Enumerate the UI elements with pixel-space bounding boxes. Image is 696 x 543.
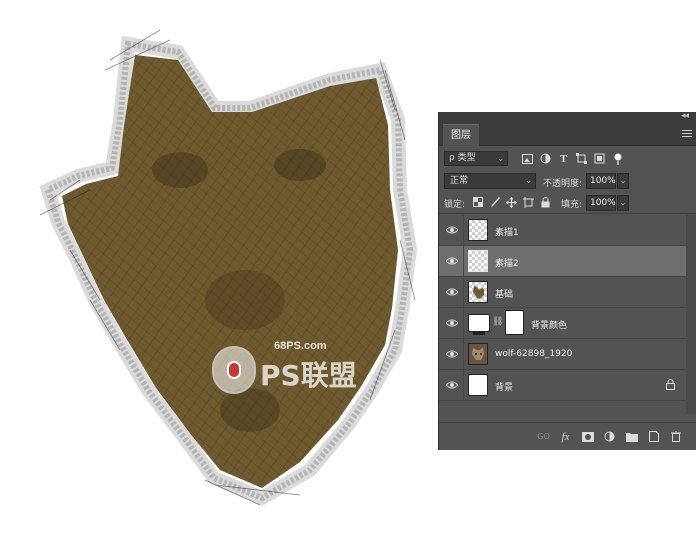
layer-thumbnail	[468, 374, 488, 396]
lock-transparency-icon[interactable]	[472, 196, 483, 208]
lock-position-icon[interactable]	[506, 196, 517, 208]
row-separator	[463, 246, 464, 276]
lock-icon	[666, 379, 675, 390]
panel-topbar: ◂◂	[439, 111, 696, 124]
layer-row[interactable]: wolf-62898_1920	[439, 339, 696, 370]
new-layer-icon[interactable]	[647, 430, 660, 443]
layer-mask-thumbnail[interactable]	[505, 310, 524, 335]
fill-input[interactable]: 100%	[586, 195, 616, 211]
adjustment-layer-icon[interactable]	[603, 430, 616, 443]
layer-row[interactable]: 基础	[439, 277, 696, 308]
layer-name: 基础	[495, 290, 514, 300]
photo-thumbnail	[468, 343, 488, 365]
fill-layer-thumbnail	[468, 314, 490, 335]
footer-icons: GO fx	[537, 430, 682, 443]
link-icon[interactable]: ⛓	[492, 317, 503, 327]
layer-row[interactable]: 背景	[439, 370, 696, 401]
layer-name: 素描2	[495, 259, 519, 269]
panel-menu-icon[interactable]	[682, 128, 692, 138]
lock-artboard-icon[interactable]	[523, 196, 534, 208]
filter-kind-value: ρ 类型	[449, 153, 476, 163]
row-separator	[463, 370, 464, 400]
add-mask-icon[interactable]	[581, 430, 594, 443]
layer-list: 素描1 素描2 基础 ⛓ 背景颜色 wolf-62898_1920 背景	[439, 215, 696, 414]
trash-icon[interactable]	[669, 430, 682, 443]
filter-row: ρ 类型 ⌄ T	[439, 147, 696, 169]
layer-name: 背景	[495, 383, 514, 393]
blend-mode-select[interactable]: 正常 ⌄	[444, 173, 536, 189]
row-separator	[463, 339, 464, 369]
watermark-logo-icon	[212, 346, 256, 394]
watermark-brand: PS联盟	[260, 359, 357, 392]
layer-thumbnail	[468, 219, 488, 241]
lock-icons	[472, 196, 551, 208]
eye-icon[interactable]	[446, 380, 458, 390]
fill-label: 填充:	[561, 200, 583, 210]
layers-scrollbar[interactable]	[686, 215, 696, 414]
blend-mode-value: 正常	[450, 176, 469, 186]
eye-icon[interactable]	[446, 318, 458, 328]
layer-row-selected[interactable]: 素描2	[439, 246, 696, 277]
row-separator	[463, 308, 464, 338]
lock-label: 锁定:	[444, 200, 466, 210]
layers-panel: ◂◂ 图层 ρ 类型 ⌄ T 正常 ⌄ 不透明度: 100% ⌄ 锁定: 填充:…	[438, 111, 696, 450]
chevron-down-icon: ⌄	[497, 154, 504, 163]
pixel-filter-icon[interactable]	[521, 152, 534, 165]
shape-filter-icon[interactable]	[575, 152, 588, 165]
chevron-down-icon: ⌄	[525, 176, 532, 185]
fill-dropdown-icon[interactable]: ⌄	[617, 195, 629, 211]
eye-icon[interactable]	[446, 256, 458, 266]
layer-row[interactable]: 素描1	[439, 215, 696, 246]
layer-thumbnail	[468, 250, 488, 272]
blend-row: 正常 ⌄ 不透明度: 100% ⌄	[439, 171, 696, 191]
link-layers-icon[interactable]: GO	[537, 430, 550, 443]
row-separator	[463, 215, 464, 245]
layer-thumbnail	[468, 281, 488, 303]
eye-icon[interactable]	[446, 287, 458, 297]
document-canvas[interactable]: 68PS.com PS联盟	[0, 0, 438, 543]
group-folder-icon[interactable]	[625, 430, 638, 443]
adjustment-filter-icon[interactable]	[539, 152, 552, 165]
filter-toggle-icon[interactable]	[611, 152, 624, 165]
row-separator	[463, 277, 464, 307]
opacity-label: 不透明度:	[543, 179, 583, 189]
collapse-panel-icon[interactable]: ◂◂	[681, 111, 689, 121]
fx-icon[interactable]: fx	[559, 430, 572, 443]
panel-footer: GO fx	[439, 422, 696, 449]
opacity-dropdown-icon[interactable]: ⌄	[617, 173, 629, 189]
layer-name: 背景颜色	[531, 321, 568, 331]
opacity-input[interactable]: 100%	[586, 173, 616, 189]
type-filter-icon[interactable]: T	[557, 152, 570, 165]
smart-object-filter-icon[interactable]	[593, 152, 606, 165]
eye-icon[interactable]	[446, 225, 458, 235]
layer-name: 素描1	[495, 228, 519, 238]
lock-all-icon[interactable]	[540, 196, 551, 208]
watermark-domain: 68PS.com	[274, 340, 327, 352]
eye-icon[interactable]	[446, 349, 458, 359]
filter-kind-select[interactable]: ρ 类型 ⌄	[444, 151, 508, 166]
filter-icons: T	[521, 152, 624, 165]
wolf-sketch-artwork	[39, 29, 418, 506]
layer-name: wolf-62898_1920	[495, 349, 573, 359]
tab-layers[interactable]: 图层	[443, 124, 479, 146]
panel-tab-row: 图层	[439, 124, 696, 146]
lock-row: 锁定: 填充: 100% ⌄	[439, 193, 696, 214]
lock-pixels-icon[interactable]	[489, 196, 500, 208]
watermark: 68PS.com PS联盟	[212, 340, 362, 400]
layer-row[interactable]: ⛓ 背景颜色	[439, 308, 696, 339]
